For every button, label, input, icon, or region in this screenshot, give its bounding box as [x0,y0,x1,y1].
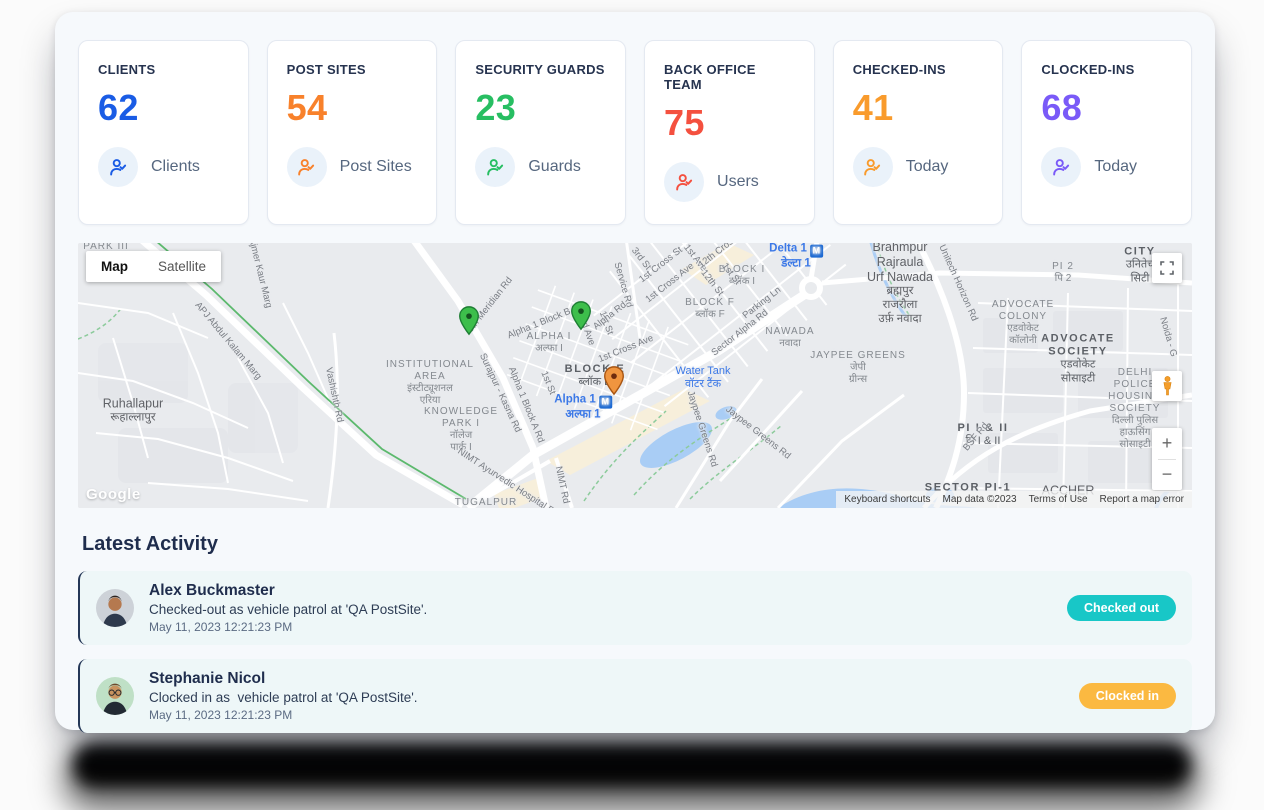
stat-value: 54 [287,90,418,126]
stats-row: CLIENTS 62 Clients POST SITES 54 Post Si… [78,40,1192,225]
map-data-label: Map data ©2023 [943,494,1017,505]
google-logo: Google [86,486,141,503]
stat-label: Clients [151,158,200,176]
stat-title: CHECKED-INS [853,62,984,77]
stat-title: CLOCKED-INS [1041,62,1172,77]
map-pin[interactable] [458,306,480,336]
stat-card-clocked-ins: CLOCKED-INS 68 Today [1021,40,1192,225]
status-badge-checked-out: Checked out [1067,595,1176,621]
map-pin[interactable] [570,301,592,331]
stat-card-clients: CLIENTS 62 Clients [78,40,249,225]
stat-title: SECURITY GUARDS [475,62,606,77]
map-markers [78,243,1192,508]
terms-of-use-link[interactable]: Terms of Use [1029,494,1088,505]
pegman-icon [1160,376,1175,396]
pegman-button[interactable] [1152,371,1182,401]
person-check-icon [287,147,327,187]
stat-card-back-office-team: BACK OFFICE TEAM 75 Users [644,40,815,225]
activity-timestamp: May 11, 2023 12:21:23 PM [149,620,427,634]
activity-description: Checked-out as vehicle patrol at 'QA Pos… [149,602,427,617]
person-check-icon [853,147,893,187]
person-check-icon [664,162,704,202]
stat-label: Today [906,158,949,176]
zoom-out-button[interactable]: − [1152,460,1182,491]
activity-description: Clocked in as vehicle patrol at 'QA Post… [149,690,418,705]
latest-activity-heading: Latest Activity [82,533,1188,556]
activity-row: Stephanie Nicol Clocked in as vehicle pa… [78,659,1192,733]
zoom-control: + − [1152,428,1182,490]
stat-card-post-sites: POST SITES 54 Post Sites [267,40,438,225]
stat-label: Today [1094,158,1137,176]
stat-value: 68 [1041,90,1172,126]
stat-value: 62 [98,90,229,126]
report-map-error-link[interactable]: Report a map error [1100,494,1184,505]
google-map[interactable]: PARK IIIRuhallapurरूहाल्लापुरINSTITUTION… [78,243,1192,508]
person-check-icon [475,147,515,187]
map-attribution: Keyboard shortcuts Map data ©2023 Terms … [836,491,1192,508]
person-check-icon [1041,147,1081,187]
satellite-view-button[interactable]: Satellite [143,251,221,282]
fullscreen-button[interactable] [1152,253,1182,283]
activity-timestamp: May 11, 2023 12:21:23 PM [149,708,418,722]
fullscreen-icon [1159,260,1175,276]
keyboard-shortcuts-link[interactable]: Keyboard shortcuts [844,494,930,505]
stat-label: Users [717,173,759,191]
stat-label: Guards [528,158,580,176]
map-view-button[interactable]: Map [86,251,143,282]
avatar [96,677,134,715]
stat-card-security-guards: SECURITY GUARDS 23 Guards [455,40,626,225]
stat-value: 75 [664,105,795,141]
dashboard-panel: CLIENTS 62 Clients POST SITES 54 Post Si… [55,12,1215,730]
stat-label: Post Sites [340,158,412,176]
activity-row: Alex Buckmaster Checked-out as vehicle p… [78,571,1192,645]
person-check-icon [98,147,138,187]
panel-drop-shadow [72,742,1192,788]
avatar [96,589,134,627]
stat-value: 41 [853,90,984,126]
map-pin[interactable] [603,366,625,396]
stat-title: BACK OFFICE TEAM [664,62,795,92]
activity-user-name: Stephanie Nicol [149,670,418,688]
stat-title: CLIENTS [98,62,229,77]
activity-user-name: Alex Buckmaster [149,582,427,600]
stat-card-checked-ins: CHECKED-INS 41 Today [833,40,1004,225]
map-type-control: Map Satellite [86,251,221,282]
zoom-in-button[interactable]: + [1152,428,1182,459]
stat-value: 23 [475,90,606,126]
status-badge-clocked-in: Clocked in [1079,683,1176,709]
stat-title: POST SITES [287,62,418,77]
